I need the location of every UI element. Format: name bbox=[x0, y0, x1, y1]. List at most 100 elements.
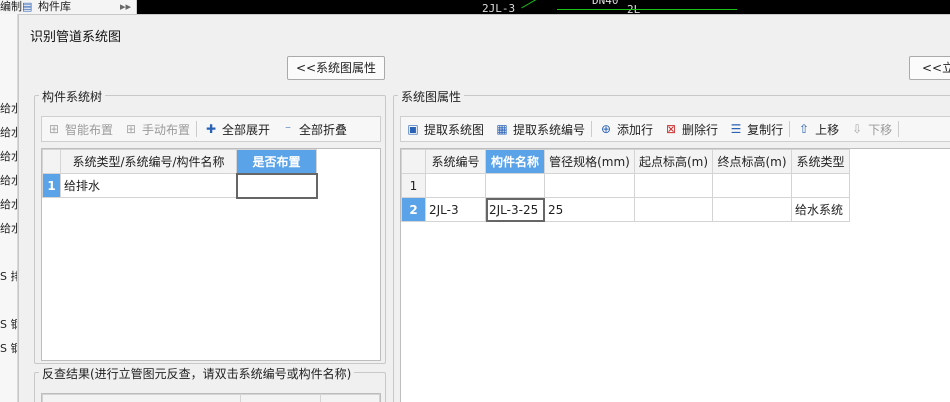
system-properties-toggle-button[interactable]: <<系统图属性 bbox=[287, 56, 385, 80]
riser-properties-toggle-button[interactable]: <<立 bbox=[909, 56, 950, 80]
expand-icon: ✚ bbox=[206, 122, 217, 136]
header-row: 系统类型/系统编号/构件名称 是否布置 bbox=[42, 149, 317, 174]
placed-cell[interactable] bbox=[235, 172, 318, 199]
identify-pipe-system-dialog: 识别管道系统图 <<系统图属性 <<立 构件系统树 ⊞ 智能布置 ⊞ 手动布置 … bbox=[18, 14, 950, 402]
cad-line bbox=[521, 0, 541, 9]
collapse-all-button[interactable]: ⁻ 全部折叠 bbox=[280, 121, 347, 138]
background-left-panel: 编制 ▤ 构件库 ▸▸ bbox=[0, 0, 137, 14]
column-header[interactable]: 管径规格(mm) bbox=[544, 149, 635, 174]
system-number-cell[interactable] bbox=[425, 173, 486, 198]
table-row[interactable]: 1 给排水 bbox=[42, 172, 318, 199]
system-properties-table: 系统编号 构件名称 管径规格(mm) 起点标高(m) 终点标高(m) 系统类型 … bbox=[401, 149, 850, 222]
add-row-button[interactable]: ⊕ 添加行 bbox=[598, 121, 653, 138]
extract-system-diagram-button[interactable]: ▣ 提取系统图 bbox=[405, 121, 484, 138]
column-header bbox=[240, 394, 321, 402]
arrow-down-icon: ⇩ bbox=[852, 122, 863, 136]
bg-tab-edit[interactable]: 编制 bbox=[0, 0, 22, 14]
column-header[interactable]: 系统类型/系统编号/构件名称 bbox=[60, 149, 237, 174]
extract-number-icon: ▦ bbox=[496, 122, 508, 136]
bg-tab-library[interactable]: 构件库 bbox=[38, 0, 71, 14]
header-row: 系统编号 构件名称 管径规格(mm) 起点标高(m) 终点标高(m) 系统类型 bbox=[401, 149, 850, 174]
add-row-label: 添加行 bbox=[617, 122, 654, 137]
toolbar-divider bbox=[196, 121, 198, 137]
table-row[interactable]: 1 bbox=[401, 173, 850, 198]
reverse-lookup-table bbox=[42, 394, 380, 402]
extract-system-number-button[interactable]: ▦ 提取系统编号 bbox=[494, 121, 585, 138]
move-up-button[interactable]: ⇧ 上移 bbox=[796, 121, 839, 138]
column-header[interactable]: 系统编号 bbox=[425, 149, 486, 174]
reverse-lookup-grid bbox=[41, 393, 381, 402]
library-icon: ▤ bbox=[22, 0, 33, 13]
column-header[interactable]: 终点标高(m) bbox=[712, 149, 792, 174]
column-header[interactable]: 构件名称 bbox=[485, 149, 545, 174]
component-name-cell[interactable] bbox=[485, 173, 545, 198]
component-tree-grid: 系统类型/系统编号/构件名称 是否布置 1 给排水 bbox=[41, 148, 381, 361]
expand-all-button[interactable]: ✚ 全部展开 bbox=[203, 121, 270, 138]
group-label: 系统图属性 bbox=[398, 88, 465, 105]
system-type-cell[interactable]: 给水系统 bbox=[791, 197, 850, 222]
reverse-lookup-group: 反查结果(进行立管图元反查，请双击系统编号或构件名称) bbox=[34, 365, 386, 402]
column-header bbox=[319, 394, 380, 402]
group-label: 反查结果(进行立管图元反查，请双击系统编号或构件名称) bbox=[39, 365, 355, 382]
cad-label-dn: DN40 bbox=[592, 0, 619, 7]
grid-layout-icon: ⊞ bbox=[48, 122, 60, 136]
delete-row-icon: ⊠ bbox=[666, 122, 677, 136]
properties-toolbar: ▣ 提取系统图 ▦ 提取系统编号 ⊕ 添加行 ⊠ 删除行 ☰ 复制行 ⇧ 上移 … bbox=[400, 116, 950, 142]
tree-toolbar: ⊞ 智能布置 ⊞ 手动布置 ✚ 全部展开 ⁻ 全部折叠 bbox=[41, 116, 381, 142]
row-number[interactable]: 2 bbox=[401, 197, 426, 222]
smart-layout-button[interactable]: ⊞ 智能布置 bbox=[46, 121, 113, 138]
column-header bbox=[42, 394, 242, 402]
extract-diagram-icon: ▣ bbox=[407, 122, 419, 136]
background-cad-canvas: 2JL-3 DN40 2L bbox=[137, 0, 950, 14]
system-number-cell[interactable]: 2JL-3 bbox=[425, 197, 486, 222]
tree-node-name[interactable]: 给排水 bbox=[60, 173, 237, 198]
background-side-list: 给水 给水 给水 给水 给水 给水 S 排 S 钢 S 钢 bbox=[0, 14, 18, 402]
move-down-button[interactable]: ⇩ 下移 bbox=[849, 121, 892, 138]
bg-side-item: 给水 bbox=[0, 222, 17, 235]
component-name-cell[interactable]: 2JL-3-25 bbox=[485, 197, 545, 222]
system-type-cell[interactable] bbox=[791, 173, 850, 198]
extract-number-label: 提取系统编号 bbox=[513, 122, 586, 137]
toolbar-divider bbox=[591, 121, 593, 137]
column-header[interactable]: 是否布置 bbox=[236, 149, 317, 174]
system-properties-grid: 系统编号 构件名称 管径规格(mm) 起点标高(m) 终点标高(m) 系统类型 … bbox=[400, 148, 950, 402]
bg-side-item: 给水 bbox=[0, 174, 17, 187]
delete-row-button[interactable]: ⊠ 删除行 bbox=[663, 121, 718, 138]
column-header[interactable]: 起点标高(m) bbox=[634, 149, 713, 174]
expand-icon[interactable]: ▸▸ bbox=[120, 0, 131, 14]
pipe-diameter-cell[interactable]: 25 bbox=[544, 197, 635, 222]
bg-side-item: 给水 bbox=[0, 102, 17, 115]
grid-corner bbox=[401, 149, 426, 174]
move-up-label: 上移 bbox=[815, 122, 840, 137]
manual-layout-button[interactable]: ⊞ 手动布置 bbox=[123, 121, 190, 138]
row-number[interactable]: 1 bbox=[42, 173, 61, 198]
expand-all-label: 全部展开 bbox=[222, 122, 271, 137]
start-elevation-cell[interactable] bbox=[634, 197, 713, 222]
bg-side-item: S 钢 bbox=[0, 318, 17, 331]
copy-row-icon: ☰ bbox=[730, 122, 742, 136]
toolbar-divider bbox=[789, 121, 791, 137]
table-row[interactable]: 2 2JL-3 2JL-3-25 25 给水系统 bbox=[401, 197, 850, 222]
end-elevation-cell[interactable] bbox=[712, 173, 792, 198]
bg-side-item: 给水 bbox=[0, 126, 17, 139]
component-system-tree-group: 构件系统树 ⊞ 智能布置 ⊞ 手动布置 ✚ 全部展开 ⁻ 全部折叠 系统类型/系… bbox=[34, 88, 386, 364]
row-number[interactable]: 1 bbox=[401, 173, 426, 198]
bg-side-item: S 排 bbox=[0, 270, 17, 283]
start-elevation-cell[interactable] bbox=[634, 173, 713, 198]
copy-row-button[interactable]: ☰ 复制行 bbox=[728, 121, 783, 138]
cad-label-pipe: 2JL-3 bbox=[482, 2, 516, 14]
grid-layout-icon: ⊞ bbox=[125, 122, 137, 136]
dialog-title: 识别管道系统图 bbox=[30, 30, 122, 45]
delete-row-label: 删除行 bbox=[682, 122, 719, 137]
bg-side-item: 给水 bbox=[0, 198, 17, 211]
manual-layout-label: 手动布置 bbox=[142, 122, 191, 137]
pipe-diameter-cell[interactable] bbox=[544, 173, 635, 198]
grid-corner bbox=[42, 149, 61, 174]
copy-row-label: 复制行 bbox=[747, 122, 784, 137]
column-header[interactable]: 系统类型 bbox=[791, 149, 850, 174]
collapse-all-label: 全部折叠 bbox=[299, 122, 348, 137]
add-row-icon: ⊕ bbox=[601, 122, 612, 136]
bg-side-item: S 钢 bbox=[0, 342, 17, 355]
end-elevation-cell[interactable] bbox=[712, 197, 792, 222]
group-label: 构件系统树 bbox=[39, 88, 106, 105]
